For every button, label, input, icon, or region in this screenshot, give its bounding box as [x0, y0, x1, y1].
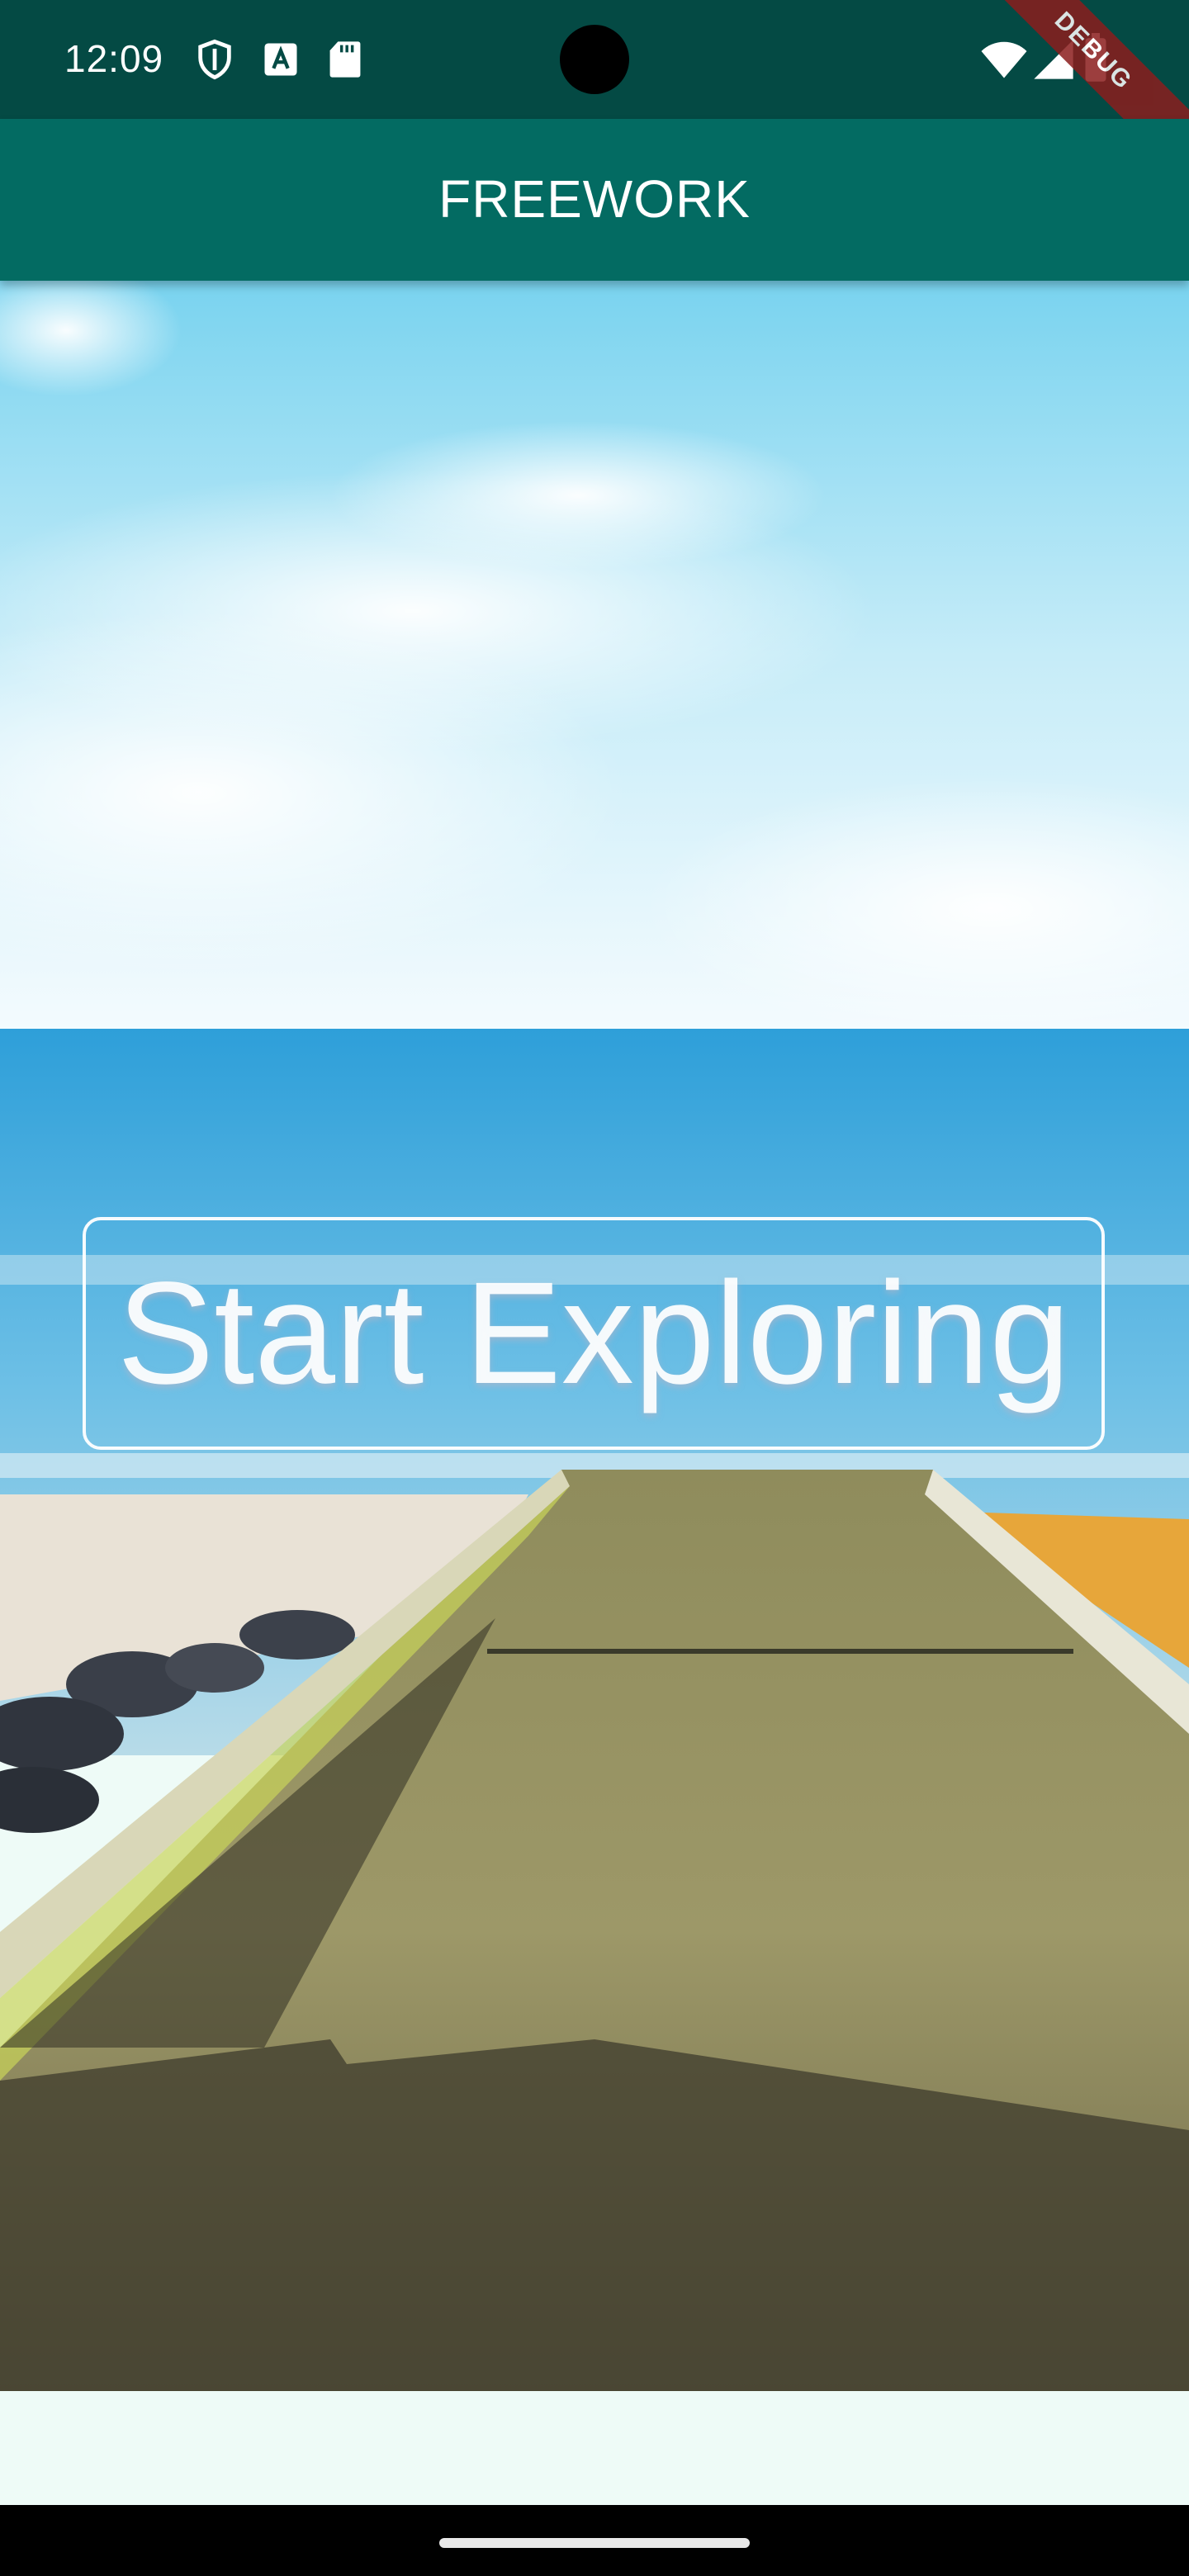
home-gesture-handle[interactable] — [439, 2538, 750, 2548]
start-exploring-button[interactable]: Start Exploring — [83, 1217, 1105, 1450]
system-nav-bar — [0, 2505, 1189, 2576]
sd-card-icon — [324, 38, 367, 81]
start-exploring-label: Start Exploring — [116, 1252, 1071, 1414]
app-title: FREEWORK — [438, 169, 751, 229]
bottom-area — [0, 2391, 1189, 2505]
wifi-icon — [979, 36, 1029, 83]
shield-icon — [193, 38, 236, 81]
app-bar: FREEWORK — [0, 119, 1189, 281]
status-bar: 12:09 DEBUG — [0, 0, 1189, 158]
hero-section: Start Exploring — [0, 281, 1189, 2391]
status-time: 12:09 — [64, 37, 164, 80]
text-a-icon — [259, 38, 302, 81]
camera-cutout — [560, 25, 629, 94]
